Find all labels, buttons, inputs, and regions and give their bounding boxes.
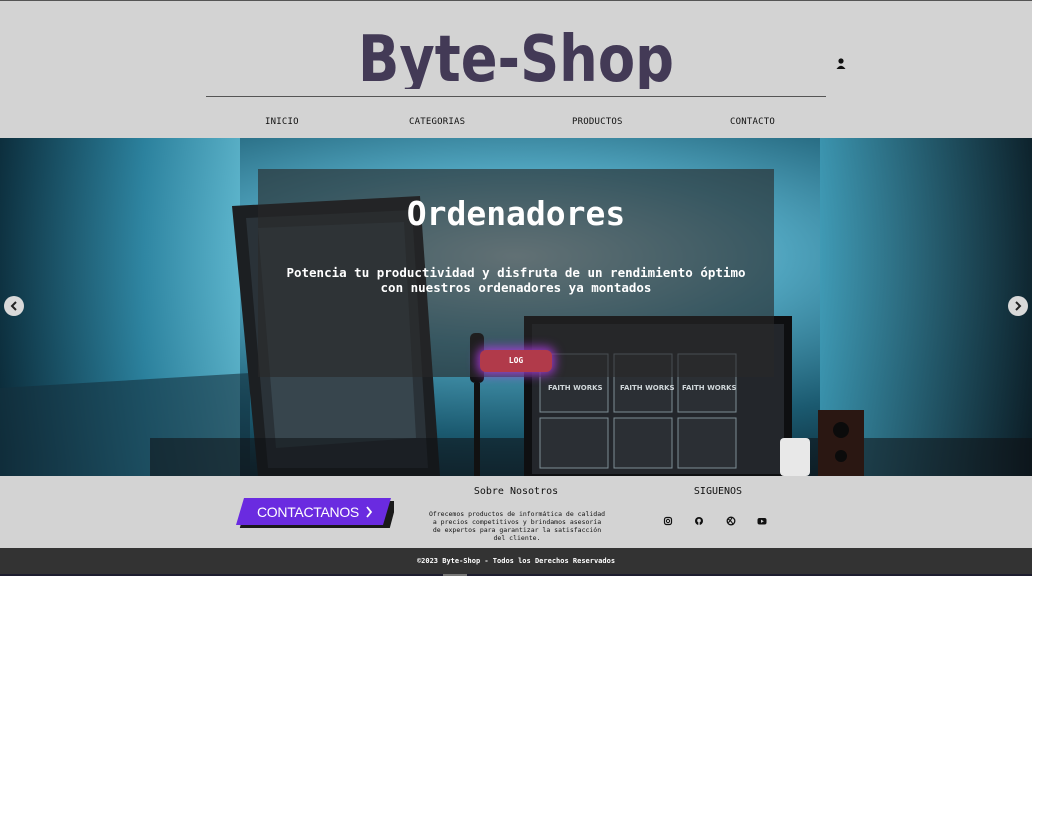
nav-categorias[interactable]: CATEGORIAS	[409, 117, 465, 127]
copyright-text: ©2023 Byte-Shop - Todos los Derechos Res…	[416, 557, 616, 565]
follow-title: SIGUENOS	[693, 486, 743, 497]
site-footer: CONTACTANOS Sobre Nosotros Ofrecemos pro…	[0, 476, 1032, 548]
chevron-left-icon	[10, 301, 17, 311]
about-text: Ofrecemos productos de informática de ca…	[428, 510, 606, 542]
log-button[interactable]: LOG	[480, 350, 552, 372]
dribbble-icon[interactable]	[726, 516, 736, 526]
carousel-next-button[interactable]	[1008, 296, 1028, 316]
screen-text-2: FAITH WORKS	[620, 384, 675, 392]
nav-inicio[interactable]: INICIO	[265, 117, 299, 127]
hero-carousel: FAITH WORKS FAITH WORKS FAITH WORKS Orde…	[0, 138, 1032, 476]
youtube-icon[interactable]	[757, 516, 767, 526]
header-divider	[206, 96, 826, 97]
instagram-icon[interactable]	[663, 516, 673, 526]
copyright-bar: ©2023 Byte-Shop - Todos los Derechos Res…	[0, 548, 1032, 576]
hero-title: Ordenadores	[406, 194, 626, 233]
site-header: Byte-Shop INICIO CATEGORIAS PRODUCTOS CO…	[0, 1, 1032, 138]
screen-text-3: FAITH WORKS	[682, 384, 737, 392]
nav-contacto[interactable]: CONTACTO	[730, 117, 775, 127]
user-icon[interactable]	[835, 57, 847, 71]
chevron-right-icon	[1015, 301, 1022, 311]
hero-subtitle: Potencia tu productividad y disfruta de …	[286, 265, 746, 295]
about-title: Sobre Nosotros	[473, 486, 559, 497]
carousel-prev-button[interactable]	[4, 296, 24, 316]
github-icon[interactable]	[694, 516, 704, 526]
screen-text-1: FAITH WORKS	[548, 384, 603, 392]
nav-productos[interactable]: PRODUCTOS	[572, 117, 623, 127]
scroll-indicator	[443, 574, 467, 576]
page: Byte-Shop INICIO CATEGORIAS PRODUCTOS CO…	[0, 0, 1032, 576]
contact-button[interactable]	[236, 498, 394, 528]
site-logo-text: Byte-Shop	[358, 27, 674, 89]
site-logo[interactable]: Byte-Shop	[358, 27, 676, 89]
